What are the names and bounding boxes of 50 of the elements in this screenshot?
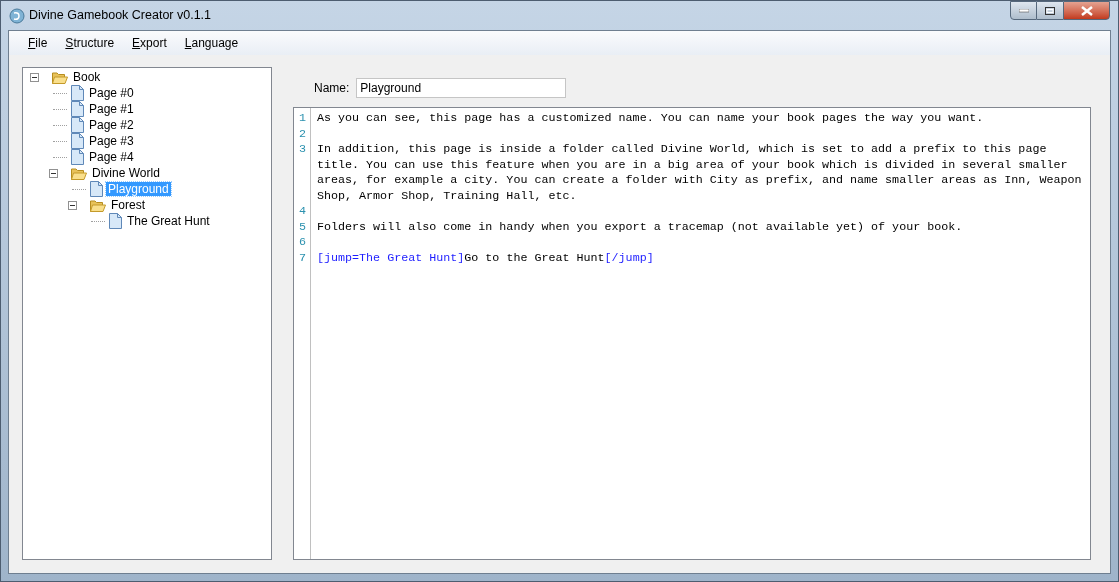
tree-item[interactable]: The Great Hunt: [125, 214, 212, 228]
close-icon: [1080, 5, 1093, 16]
text-line: In addition, this page is inside a folder called Divine World, which is set to add a prefix to this page title. You can use this feature when you are in a big area of your book which is divided in several smaller areas, for example a city. You can create a folder with City as prefix, and name smaller areas as Inn, Weapon Shop, Armor Shop, Training Hall, etc.: [317, 142, 1083, 203]
page-icon: [71, 117, 84, 133]
tree-item[interactable]: Page #4: [87, 150, 136, 164]
line-number: 2: [298, 126, 307, 142]
tree-item[interactable]: Book: [71, 70, 103, 84]
text-line: As you can see, this page has a customized name. You can name your book pages the way you want.: [317, 111, 984, 125]
tree-item[interactable]: Page #1: [87, 102, 136, 116]
line-number: 3: [298, 142, 307, 158]
folder-icon: [90, 198, 106, 212]
maximize-button[interactable]: [1037, 1, 1063, 20]
name-field[interactable]: Playground: [356, 77, 567, 98]
folder-icon: [52, 70, 68, 84]
folder-icon: [71, 166, 87, 180]
line-number: 7: [298, 250, 307, 266]
menu-item[interactable]: Export: [123, 32, 176, 54]
minimize-button[interactable]: [1010, 1, 1037, 20]
line-number: 4: [298, 204, 307, 220]
text-line: Go to the Great Hunt: [464, 250, 605, 265]
line-number: 6: [298, 235, 307, 251]
markup-tag: [/jump]: [604, 250, 654, 265]
menu-item[interactable]: Language: [175, 32, 248, 54]
window-title: Divine Gamebook Creator v0.1.1: [29, 7, 212, 25]
page-icon: [71, 85, 84, 101]
page-icon: [90, 181, 103, 197]
tree-item[interactable]: Divine World: [90, 166, 162, 180]
minimize-icon: [1018, 8, 1029, 13]
name-label: Name:: [314, 79, 350, 97]
tree-item[interactable]: Page #3: [87, 134, 136, 148]
markup-tag: [jump=The Great Hunt]: [317, 250, 465, 265]
app-icon: [9, 7, 25, 24]
maximize-icon: [1045, 6, 1055, 15]
collapse-icon[interactable]: [68, 200, 77, 210]
page-icon: [71, 101, 84, 117]
menu-item[interactable]: Structure: [56, 32, 124, 54]
line-number: 1: [298, 111, 307, 127]
page-icon: [71, 149, 84, 165]
menu-item[interactable]: File: [19, 32, 57, 54]
text-editor[interactable]: [293, 107, 1091, 560]
tree-item[interactable]: Forest: [109, 198, 147, 212]
collapse-icon[interactable]: [30, 72, 39, 82]
tree-item[interactable]: Page #0: [87, 86, 136, 100]
page-icon: [71, 133, 84, 149]
line-number: 5: [298, 219, 307, 235]
tree-item[interactable]: Page #2: [87, 118, 136, 132]
text-line: Folders will also come in handy when you export a tracemap (not available yet) of your book.: [317, 219, 963, 234]
close-button[interactable]: [1063, 1, 1110, 20]
page-icon: [109, 213, 122, 229]
collapse-icon[interactable]: [49, 168, 58, 178]
